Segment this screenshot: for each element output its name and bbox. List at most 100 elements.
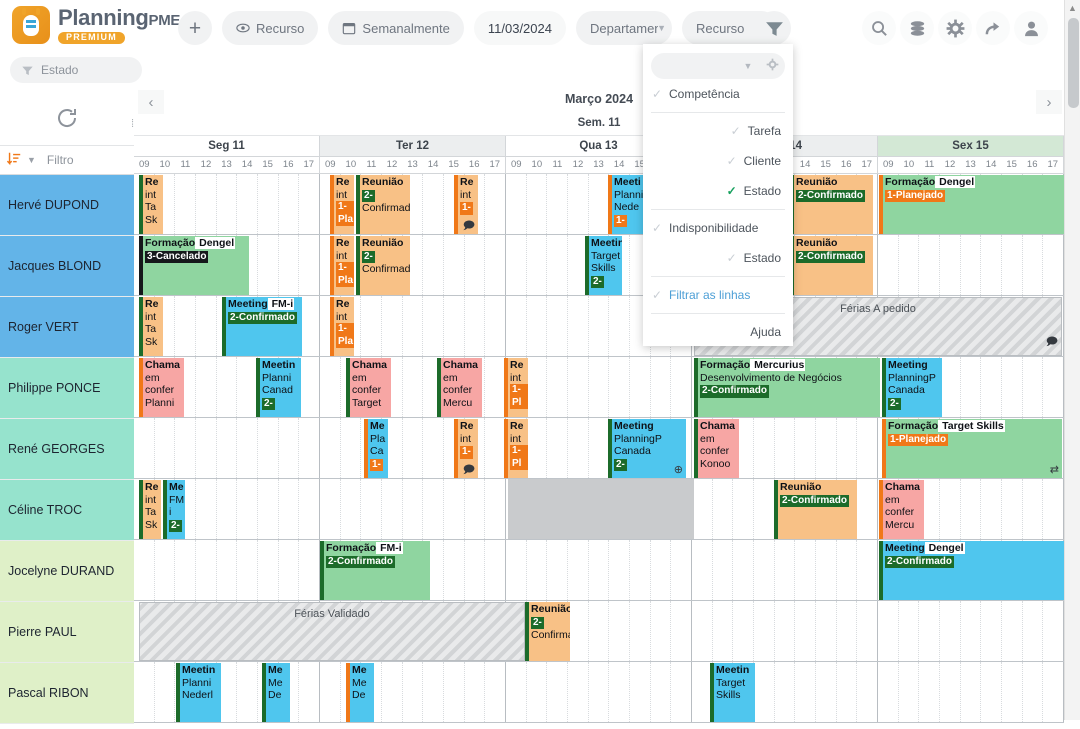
grid-hour-cell[interactable] bbox=[609, 540, 631, 600]
grid-hour-cell[interactable] bbox=[506, 662, 527, 722]
status-filter-input[interactable]: Estado bbox=[10, 57, 142, 83]
app-logo[interactable]: PlanningPME PREMIUM bbox=[12, 6, 180, 44]
search-button[interactable] bbox=[862, 11, 896, 45]
grid-hour-cell[interactable] bbox=[692, 601, 713, 661]
grid-hour-cell[interactable] bbox=[465, 479, 486, 539]
next-period-button[interactable]: › bbox=[1036, 90, 1062, 114]
grid-hour-cell[interactable] bbox=[589, 540, 610, 600]
menu-item-estado[interactable]: ✓ Estado bbox=[643, 243, 793, 273]
grid-day-column[interactable] bbox=[134, 418, 320, 478]
grid-hour-cell[interactable] bbox=[878, 662, 899, 722]
grid-hour-cell[interactable] bbox=[361, 296, 383, 356]
grid-hour-cell[interactable] bbox=[857, 479, 877, 539]
grid-hour-cell[interactable] bbox=[589, 174, 610, 234]
view-mode-button[interactable]: Recurso bbox=[222, 11, 319, 45]
scrollbar-thumb[interactable] bbox=[1068, 18, 1079, 108]
grid-hour-cell[interactable] bbox=[320, 662, 341, 722]
grid-hour-cell[interactable] bbox=[568, 174, 589, 234]
grid-day-column[interactable] bbox=[134, 540, 320, 600]
grid-hour-cell[interactable] bbox=[857, 601, 877, 661]
grid-hour-cell[interactable] bbox=[589, 662, 610, 722]
grid-hour-cell[interactable] bbox=[547, 540, 569, 600]
grid-hour-cell[interactable] bbox=[919, 601, 941, 661]
grid-hour-cell[interactable] bbox=[299, 479, 319, 539]
grid-hour-cell[interactable] bbox=[961, 601, 982, 661]
grid-hour-cell[interactable] bbox=[651, 662, 672, 722]
grid-hour-cell[interactable] bbox=[299, 174, 319, 234]
grid-hour-cell[interactable] bbox=[609, 296, 631, 356]
event-block[interactable]: Formação FM-i 2-Confirmado bbox=[320, 541, 430, 600]
grid-hour-cell[interactable] bbox=[237, 174, 259, 234]
grid-hour-cell[interactable] bbox=[1043, 357, 1063, 417]
grid-hour-cell[interactable] bbox=[940, 601, 961, 661]
resource-row[interactable]: Pascal RIBON bbox=[0, 663, 134, 724]
grid-hour-cell[interactable] bbox=[320, 418, 341, 478]
grid-hour-cell[interactable] bbox=[382, 479, 403, 539]
grid-hour-cell[interactable] bbox=[1002, 601, 1023, 661]
event-block[interactable]: Me FM i 2- bbox=[163, 480, 185, 539]
grid-hour-cell[interactable] bbox=[299, 357, 319, 417]
grid-hour-cell[interactable] bbox=[651, 357, 672, 417]
grid-hour-cell[interactable] bbox=[299, 418, 319, 478]
resource-row[interactable]: Philippe PONCE bbox=[0, 358, 134, 419]
grid-day-column[interactable] bbox=[878, 662, 1064, 722]
grid-day-column[interactable] bbox=[878, 235, 1064, 295]
grid-hour-cell[interactable] bbox=[279, 235, 300, 295]
event-block[interactable]: Meetin Planni Canad 2- bbox=[256, 358, 301, 417]
event-block[interactable]: Meeting PlanningP Canada 2- ⊕ bbox=[608, 419, 686, 478]
grid-hour-cell[interactable] bbox=[527, 357, 548, 417]
grid-hour-cell[interactable] bbox=[899, 662, 920, 722]
grid-hour-cell[interactable] bbox=[857, 540, 877, 600]
chevron-down-icon[interactable]: ▼ bbox=[27, 155, 36, 165]
grid-hour-cell[interactable] bbox=[713, 540, 734, 600]
grid-hour-cell[interactable] bbox=[155, 540, 176, 600]
grid-hour-cell[interactable] bbox=[919, 662, 941, 722]
event-block[interactable]: Meeting FM-i 2-Confirmado bbox=[222, 297, 302, 356]
grid-hour-cell[interactable] bbox=[837, 418, 858, 478]
grid-hour-cell[interactable] bbox=[547, 418, 569, 478]
grid-hour-cell[interactable] bbox=[196, 418, 217, 478]
event-block[interactable]: Meeting PlanningP Canada 2- bbox=[882, 358, 942, 417]
grid-hour-cell[interactable] bbox=[981, 662, 1003, 722]
grid-hour-cell[interactable] bbox=[981, 479, 1003, 539]
refresh-button[interactable] bbox=[0, 90, 134, 146]
grid-hour-cell[interactable] bbox=[981, 601, 1003, 661]
grid-hour-cell[interactable] bbox=[1023, 357, 1044, 417]
grid-hour-cell[interactable] bbox=[1043, 235, 1063, 295]
grid-hour-cell[interactable] bbox=[630, 662, 651, 722]
grid-day-column[interactable] bbox=[506, 357, 692, 417]
settings-button[interactable] bbox=[938, 11, 972, 45]
grid-hour-cell[interactable] bbox=[258, 235, 279, 295]
grid-hour-cell[interactable] bbox=[299, 662, 319, 722]
grid-hour-cell[interactable] bbox=[568, 540, 589, 600]
grid-hour-cell[interactable] bbox=[630, 540, 651, 600]
grid-hour-cell[interactable] bbox=[940, 479, 961, 539]
grid-hour-cell[interactable] bbox=[134, 662, 155, 722]
grid-hour-cell[interactable] bbox=[237, 357, 259, 417]
grid-hour-cell[interactable] bbox=[568, 662, 589, 722]
grid-hour-cell[interactable] bbox=[299, 540, 319, 600]
grid-hour-cell[interactable] bbox=[506, 235, 527, 295]
grid-hour-cell[interactable] bbox=[651, 540, 672, 600]
grid-hour-cell[interactable] bbox=[361, 479, 383, 539]
share-button[interactable] bbox=[976, 11, 1010, 45]
event-block[interactable]: Re int 1-Pla bbox=[330, 236, 354, 295]
event-block[interactable]: Chama em confer Mercu bbox=[437, 358, 482, 417]
day-header-cell[interactable]: Seg 11 bbox=[134, 136, 320, 157]
grid-hour-cell[interactable] bbox=[423, 479, 445, 539]
grid-hour-cell[interactable] bbox=[506, 296, 527, 356]
grid-hour-cell[interactable] bbox=[857, 662, 877, 722]
grid-day-column[interactable] bbox=[692, 601, 878, 661]
grid-day-column[interactable] bbox=[134, 662, 320, 722]
grid-hour-cell[interactable] bbox=[1002, 357, 1023, 417]
event-block[interactable]: Reunião2-Confirmado bbox=[790, 236, 873, 295]
grid-hour-cell[interactable] bbox=[196, 357, 217, 417]
grid-hour-cell[interactable] bbox=[237, 479, 259, 539]
grid-hour-cell[interactable] bbox=[589, 296, 610, 356]
grid-hour-cell[interactable] bbox=[568, 601, 589, 661]
grid-hour-cell[interactable] bbox=[940, 235, 961, 295]
grid-hour-cell[interactable] bbox=[485, 174, 505, 234]
grid-hour-cell[interactable] bbox=[320, 357, 341, 417]
grid-hour-cell[interactable] bbox=[175, 174, 197, 234]
event-block[interactable]: Meeting Dengel 2-Confirmado bbox=[879, 541, 1064, 600]
